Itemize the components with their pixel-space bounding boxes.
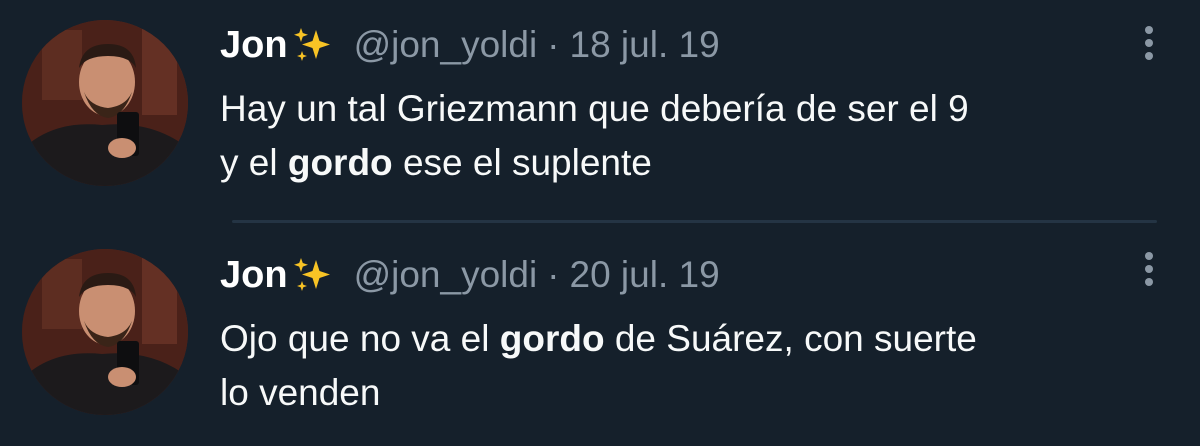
more-dot [1145, 252, 1153, 260]
more-dot [1145, 265, 1153, 273]
tweet-header: Jon @jon_yoldi · 20 jul. 19 [220, 250, 720, 300]
more-dot [1145, 52, 1153, 60]
more-dot [1145, 39, 1153, 47]
text-span: y el [220, 142, 288, 183]
tweet-text-line: Hay un tal Griezmann que debería de ser … [220, 82, 1180, 136]
tweet-text: Ojo que no va el gordo de Suárez, con su… [220, 312, 1180, 420]
more-dot [1145, 278, 1153, 286]
text-span: Ojo que no va el [220, 318, 500, 359]
bold-word: gordo [499, 318, 605, 359]
sparkles-icon [293, 28, 330, 61]
user-handle[interactable]: @jon_yoldi [354, 254, 538, 296]
tweet-text-line: Ojo que no va el gordo de Suárez, con su… [220, 312, 1180, 366]
tweet-date[interactable]: 20 jul. 19 [570, 254, 720, 296]
display-name[interactable]: Jon [220, 24, 288, 67]
tweet-date[interactable]: 18 jul. 19 [570, 24, 720, 66]
tweet-header: Jon @jon_yoldi · 18 jul. 19 [220, 20, 720, 70]
text-span: Hay un tal Griezmann que debería de ser … [220, 88, 969, 129]
display-name[interactable]: Jon [220, 254, 288, 297]
tweet-text: Hay un tal Griezmann que debería de ser … [220, 82, 1180, 190]
user-handle[interactable]: @jon_yoldi [354, 24, 538, 66]
bold-word: gordo [287, 142, 393, 183]
tweet-text-line: y el gordo ese el suplente [220, 136, 1180, 190]
text-span: lo venden [220, 372, 381, 413]
tweet-text-line: lo venden [220, 366, 1180, 420]
separator-dot: · [547, 254, 560, 295]
more-dot [1145, 26, 1153, 34]
avatar-photo [22, 249, 188, 415]
avatar[interactable] [22, 249, 188, 415]
more-options-icon[interactable] [1136, 20, 1162, 66]
more-options-icon[interactable] [1136, 246, 1162, 292]
text-span: ese el suplente [392, 142, 652, 183]
sparkles-icon [293, 258, 330, 291]
tweet[interactable]: Jon @jon_yoldi · 20 jul. 19 Ojo que no v… [0, 222, 1200, 444]
avatar[interactable] [22, 20, 188, 186]
text-span: de Suárez, con suerte [604, 318, 977, 359]
avatar-photo [22, 20, 188, 186]
separator-dot: · [547, 24, 560, 65]
tweet[interactable]: Jon @jon_yoldi · 18 jul. 19 Hay un tal G… [0, 0, 1200, 223]
